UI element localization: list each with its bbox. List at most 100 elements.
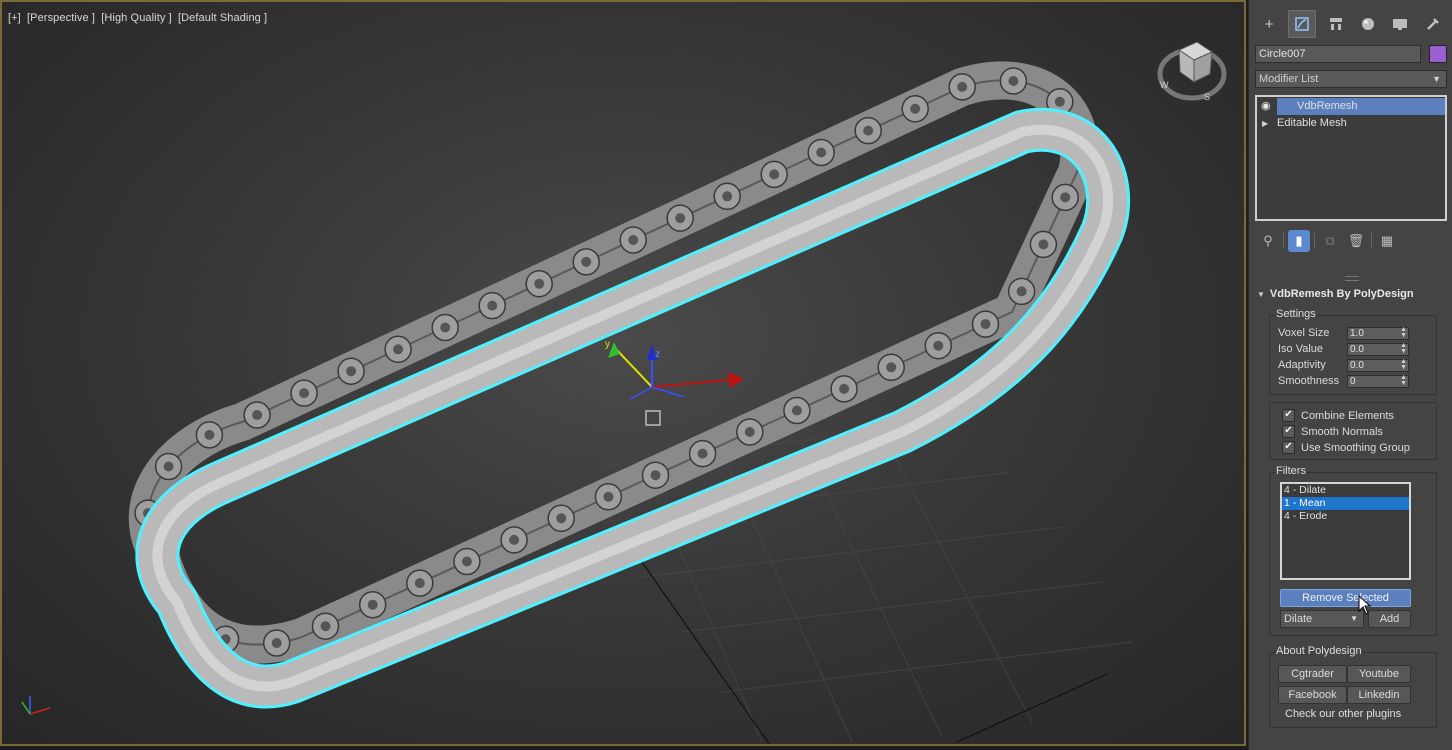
filter-type-value: Dilate: [1284, 613, 1313, 625]
remove-selected-button[interactable]: Remove Selected: [1280, 589, 1411, 607]
filter-item[interactable]: 4 - Erode: [1282, 510, 1409, 523]
smooth-normals-checkbox[interactable]: ✔ Smooth Normals: [1282, 424, 1383, 439]
adaptivity-row: Adaptivity 0.0 ▲ ▼: [1278, 358, 1412, 372]
modifier-stack[interactable]: ◉ VdbRemesh ▶ Editable Mesh: [1255, 95, 1447, 221]
youtube-button[interactable]: Youtube: [1347, 665, 1411, 683]
checkbox-icon[interactable]: ✔: [1282, 409, 1295, 422]
make-unique-icon[interactable]: ⧉: [1319, 230, 1341, 252]
transform-gizmo[interactable]: y z: [605, 339, 744, 426]
toolbar-divider: [1314, 233, 1315, 249]
spinner-arrows-icon[interactable]: ▲ ▼: [1400, 326, 1407, 339]
use-smoothing-group-checkbox[interactable]: ✔ Use Smoothing Group: [1282, 440, 1410, 455]
adaptivity-spinner[interactable]: 0.0 ▲ ▼: [1347, 358, 1409, 372]
checkbox-icon[interactable]: ✔: [1282, 425, 1295, 438]
spinner-label: Smoothness: [1278, 375, 1340, 387]
add-filter-button[interactable]: Add: [1368, 610, 1411, 628]
chain-roller-hole: [791, 405, 802, 416]
chain-roller-hole: [650, 470, 661, 481]
chain-roller-hole: [204, 429, 215, 440]
chain-roller-hole: [320, 621, 331, 632]
chain-roller-hole: [980, 319, 991, 330]
pin-stack-icon[interactable]: ⚲: [1257, 230, 1279, 252]
chain-roller-hole: [271, 638, 282, 648]
eye-icon[interactable]: ◉: [1261, 98, 1271, 115]
filters-listbox[interactable]: 4 - Dilate 1 - Mean 4 - Erode: [1280, 482, 1411, 580]
chain-roller-hole: [886, 362, 897, 373]
expand-triangle-icon[interactable]: ▶: [1262, 115, 1268, 132]
filter-item-selected[interactable]: 1 - Mean: [1282, 497, 1409, 510]
configure-modifier-sets-icon[interactable]: ▦: [1376, 230, 1398, 252]
modifier-list-dropdown[interactable]: Modifier List ▼: [1255, 70, 1447, 88]
facebook-button[interactable]: Facebook: [1278, 686, 1347, 704]
chain-roller-hole: [346, 366, 357, 377]
scene-canvas[interactable]: y z W S: [2, 2, 1246, 746]
hierarchy-icon[interactable]: [1323, 11, 1349, 37]
checkbox-label: Combine Elements: [1301, 409, 1394, 422]
object-color-swatch[interactable]: [1429, 45, 1447, 63]
check-other-plugins-link[interactable]: Check our other plugins: [1285, 708, 1401, 720]
viewport-menu-view[interactable]: [Perspective ]: [27, 12, 95, 24]
toolbar-divider: [1283, 233, 1284, 249]
motion-icon[interactable]: [1355, 11, 1381, 37]
chain-roller-hole: [1054, 96, 1065, 107]
spinner-arrows-icon[interactable]: ▲ ▼: [1400, 358, 1407, 371]
viewcube[interactable]: W S: [1157, 41, 1227, 102]
spinner-arrows-icon[interactable]: ▲ ▼: [1400, 374, 1407, 387]
remove-modifier-icon[interactable]: 🗑: [1345, 230, 1367, 252]
chain-roller-hole: [299, 388, 310, 399]
chevron-down-icon: ▼: [1432, 74, 1441, 84]
chain-roller-hole: [581, 256, 592, 267]
rollout-title: VdbRemesh By PolyDesign: [1269, 288, 1414, 300]
display-icon[interactable]: [1387, 11, 1413, 37]
viewport-menu-quality[interactable]: [High Quality ]: [101, 12, 172, 24]
cgtrader-button[interactable]: Cgtrader: [1278, 665, 1347, 683]
viewport-labels[interactable]: [+] [Perspective ] [High Quality ] [Defa…: [8, 12, 270, 24]
spinner-value[interactable]: 0.0: [1350, 344, 1364, 355]
checkbox-label: Smooth Normals: [1301, 425, 1383, 438]
chain-roller-hole: [697, 448, 708, 459]
settings-group-label: Settings: [1276, 308, 1316, 320]
stack-item-label: VdbRemesh: [1297, 100, 1358, 112]
filter-type-dropdown[interactable]: Dilate ▼: [1280, 610, 1364, 628]
viewport-menu-shading[interactable]: [Default Shading ]: [178, 12, 267, 24]
chain-roller-hole: [393, 344, 404, 355]
chain-roller-hole: [744, 427, 755, 437]
mouse-cursor-icon: [1358, 595, 1372, 615]
spinner-arrows-icon[interactable]: ▲ ▼: [1400, 342, 1407, 355]
gizmo-y-label: y: [605, 339, 610, 350]
rollout-header[interactable]: ▼ VdbRemesh By PolyDesign: [1257, 288, 1414, 300]
perspective-viewport[interactable]: y z W S [+] [Perspective ] [High Quality…: [0, 0, 1246, 746]
viewcube-s-label: S: [1204, 92, 1210, 102]
spinner-value[interactable]: 1.0: [1350, 328, 1364, 339]
command-panel: + Circle007 Modifier List ▼ ◉ VdbRemesh …: [1248, 0, 1452, 750]
modify-icon[interactable]: [1288, 10, 1317, 38]
create-icon[interactable]: +: [1256, 11, 1282, 37]
panel-grip[interactable]: [1345, 276, 1359, 281]
iso-value-row: Iso Value 0.0 ▲ ▼: [1278, 342, 1412, 356]
viewport-menu-plus[interactable]: [+]: [8, 12, 21, 24]
spinner-value[interactable]: 0: [1350, 376, 1356, 387]
chain-roller-hole: [1060, 192, 1071, 203]
stack-toolbar: ⚲ ▮ ⧉ 🗑 ▦: [1257, 230, 1447, 252]
smoothness-spinner[interactable]: 0 ▲ ▼: [1347, 374, 1409, 388]
spinner-value[interactable]: 0.0: [1350, 360, 1364, 371]
about-group-label: About Polydesign: [1276, 645, 1362, 657]
stack-item-vdbremesh[interactable]: ◉ VdbRemesh: [1261, 98, 1445, 115]
linkedin-button[interactable]: Linkedin: [1347, 686, 1411, 704]
chain-roller-hole: [863, 125, 874, 136]
toolbar-divider: [1371, 233, 1372, 249]
stack-item-editable-mesh[interactable]: ▶ Editable Mesh: [1257, 115, 1445, 132]
combine-elements-checkbox[interactable]: ✔ Combine Elements: [1282, 408, 1394, 423]
stack-item-label: Editable Mesh: [1277, 117, 1347, 129]
object-name-field[interactable]: Circle007: [1255, 45, 1421, 63]
utilities-icon[interactable]: [1420, 11, 1446, 37]
filter-item[interactable]: 4 - Dilate: [1282, 484, 1409, 497]
chain-roller-hole: [933, 340, 944, 351]
chain-roller-hole: [816, 147, 827, 158]
chain-roller-hole: [722, 191, 733, 202]
show-end-result-icon[interactable]: ▮: [1288, 230, 1310, 252]
chain-roller-hole: [534, 278, 545, 289]
checkbox-icon[interactable]: ✔: [1282, 441, 1295, 454]
iso-value-spinner[interactable]: 0.0 ▲ ▼: [1347, 342, 1409, 356]
voxel-size-spinner[interactable]: 1.0 ▲ ▼: [1347, 326, 1409, 340]
